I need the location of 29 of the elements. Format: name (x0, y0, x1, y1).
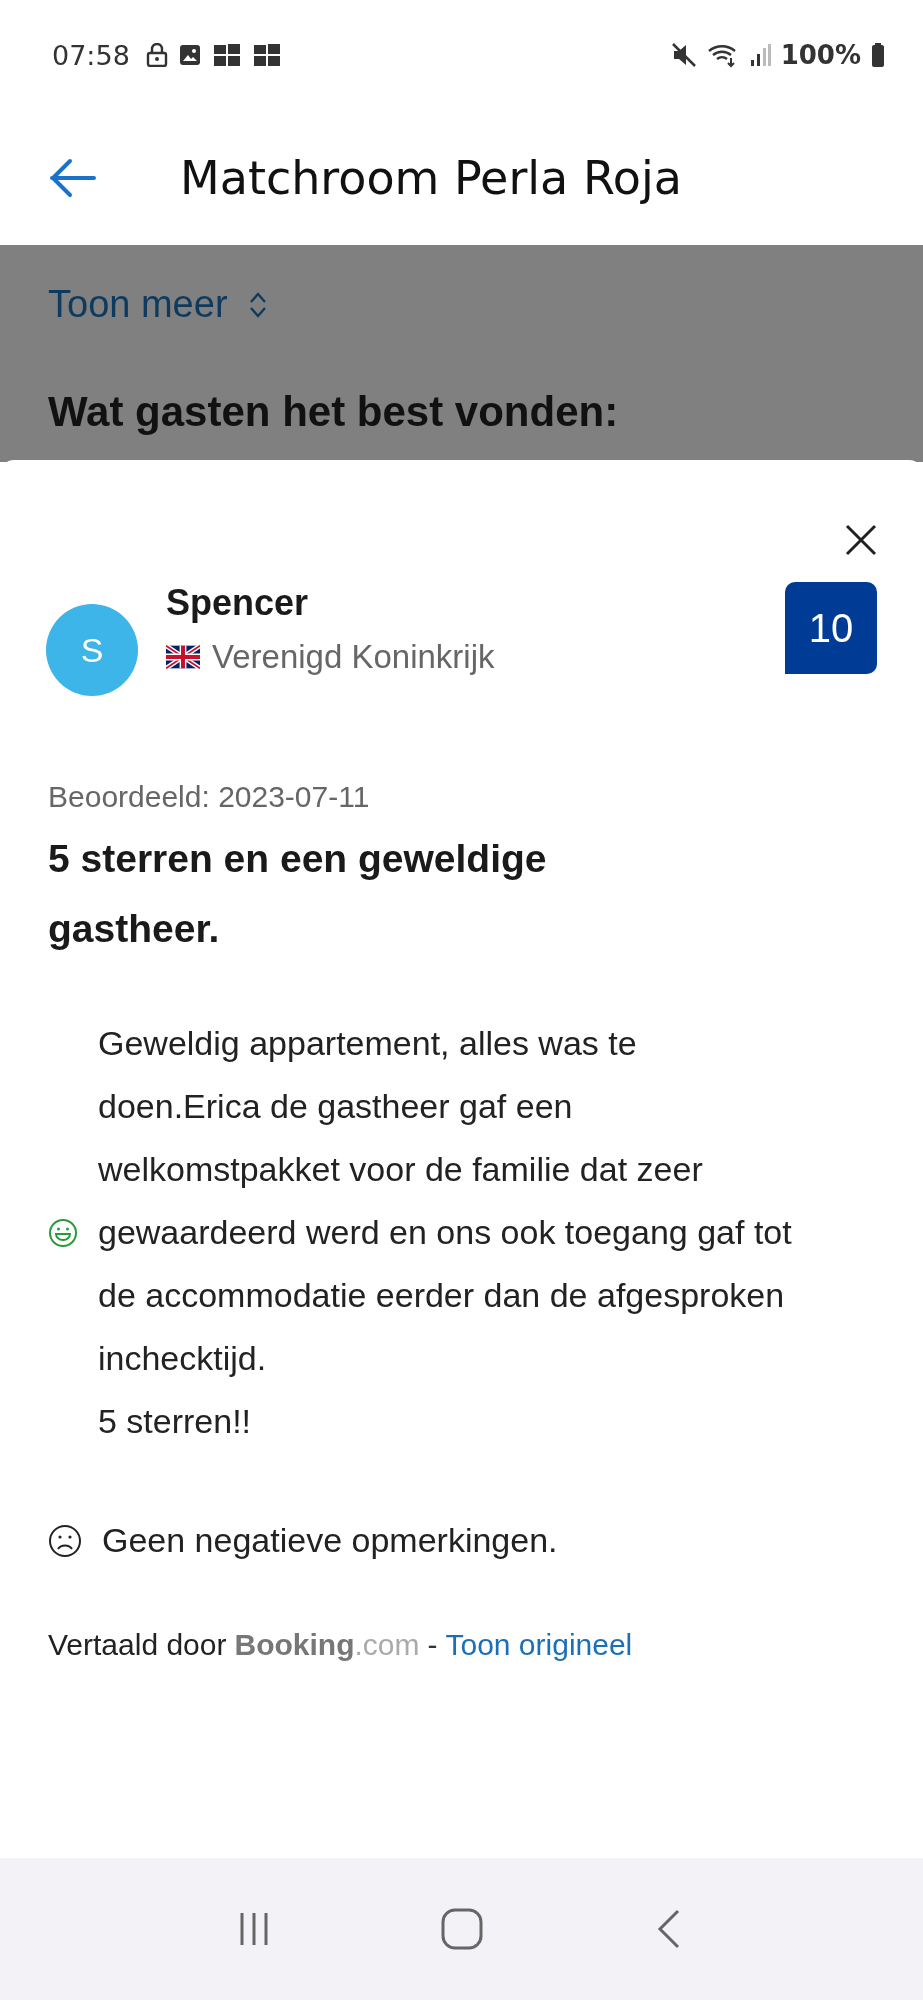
sad-face-icon (48, 1523, 82, 1558)
notification-icon (251, 42, 282, 68)
section-heading: Wat gasten het best vonden: (48, 388, 620, 436)
notification-icon (211, 42, 242, 68)
battery-level: 100% (780, 40, 861, 70)
signal-icon (748, 42, 771, 68)
review-title: 5 sterren en een geweldige gastheer. (48, 836, 548, 952)
lock-icon (145, 43, 168, 67)
avatar: S (46, 604, 138, 696)
battery-icon (871, 42, 885, 68)
close-icon[interactable] (843, 522, 879, 558)
status-time: 07:58 (52, 39, 130, 71)
page-title: Matchroom Perla Roja (180, 150, 682, 205)
mute-icon (670, 42, 697, 68)
flag-icon (166, 645, 200, 669)
back-icon[interactable] (48, 157, 98, 198)
reviewer-name: Spencer (166, 582, 310, 624)
show-original-link[interactable]: Toon origineel (445, 1628, 633, 1662)
booking-logo: Booking.com (234, 1628, 420, 1662)
review-comment: Geen negatieve opmerkingen. (102, 1520, 559, 1561)
smiley-icon (48, 1217, 78, 1248)
review-comment: Geweldig appartement, alles was te doen.Erica de gastheer gaf een welkomstpakket voor de familie dat zeer gewaardeerd werd en ons ook toegang gaf tot de accommodatie eerder dan de afgesproken inchecktijd. 5 sterren!! (98, 1023, 793, 1442)
review-date: Beoordeeld: 2023-07-11 (48, 780, 371, 814)
separator: - (427, 1628, 438, 1662)
image-icon (177, 43, 202, 67)
show-more-link[interactable]: Toon meer (48, 283, 228, 326)
score-badge: 10 (785, 582, 877, 674)
translated-by-label: Vertaald door (48, 1628, 227, 1662)
reviewer-country: Verenigd Koninkrijk (212, 638, 495, 676)
